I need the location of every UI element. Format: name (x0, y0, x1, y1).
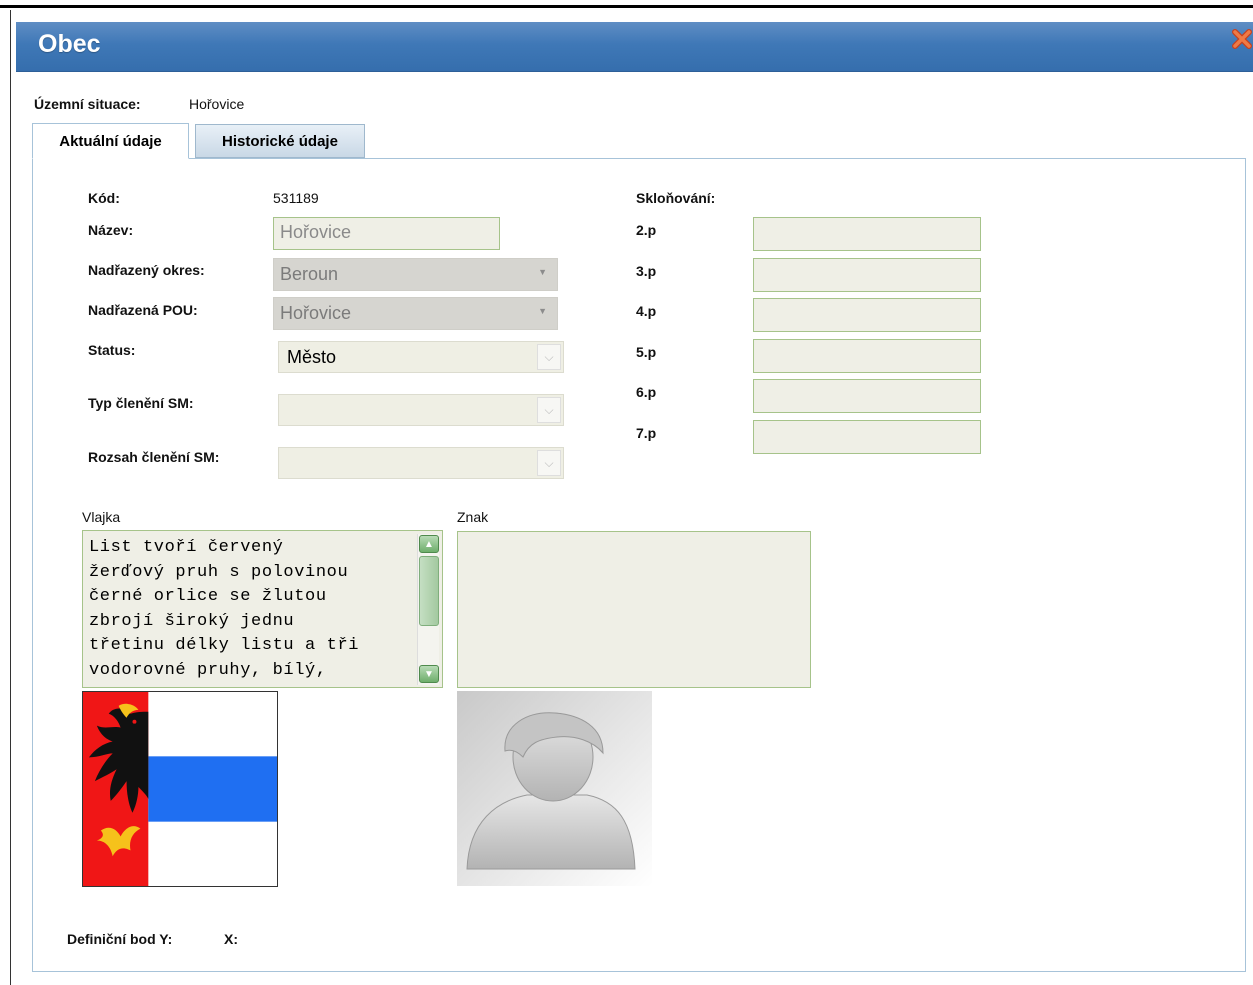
chevron-down-icon: ▼ (538, 267, 547, 277)
chevron-down-icon[interactable]: ⌵ (537, 344, 561, 370)
vlajka-label: Vlajka (82, 509, 121, 525)
vlajka-text: List tvoří červený žerďový pruh s polovin… (89, 536, 409, 684)
okres-label: Nadřazený okres: (88, 262, 205, 278)
declension-label: Skloňování: (636, 190, 716, 206)
tab-current-data-label: Aktuální údaje (59, 132, 162, 150)
case-4-label: 4.p (636, 303, 657, 319)
pou-select-value: Hořovice (280, 303, 352, 323)
vlajka-scrollbar[interactable]: ▲ ▼ (417, 534, 439, 685)
vlajka-text-line: třetinu délky listu a tři (89, 636, 360, 656)
chevron-down-icon[interactable]: ⌵ (537, 397, 561, 423)
scrollbar-thumb[interactable] (419, 556, 439, 626)
vlajka-text-line: List tvoří červený (89, 538, 284, 557)
left-border (10, 10, 11, 985)
rozsah-cleneni-label: Rozsah členění SM: (88, 449, 220, 465)
case-3-field[interactable] (753, 258, 981, 292)
case-6-label: 6.p (636, 384, 657, 400)
top-border (0, 0, 1253, 8)
title-bar[interactable]: Obec (16, 22, 1253, 72)
case-5-field[interactable] (753, 339, 981, 373)
close-icon[interactable] (1231, 28, 1253, 50)
chevron-down-icon[interactable]: ⌵ (537, 450, 561, 476)
definition-point-x-label: X: (224, 931, 238, 947)
chevron-up-icon[interactable]: ▲ (419, 535, 439, 553)
kod-label: Kód: (88, 190, 120, 206)
window-title: Obec (38, 30, 101, 58)
case-5-label: 5.p (636, 344, 657, 360)
definition-point-y-label: Definiční bod Y: (67, 931, 173, 947)
tab-current-data[interactable]: Aktuální údaje (32, 123, 189, 159)
tab-historical-data-label: Historické údaje (222, 132, 338, 150)
case-2-label: 2.p (636, 222, 657, 238)
rozsah-cleneni-select[interactable]: ⌵ (278, 447, 564, 479)
case-4-field[interactable] (753, 298, 981, 332)
case-7-field[interactable] (753, 420, 981, 454)
vlajka-text-line: vodorovné pruhy, bílý, (89, 660, 327, 680)
user-placeholder-icon (457, 691, 652, 886)
status-select-value: Město (287, 347, 337, 367)
vlajka-text-line: zbrojí široký jednu (89, 611, 295, 631)
pou-label: Nadřazená POU: (88, 302, 198, 318)
territorial-situation-value: Hořovice (189, 96, 245, 112)
case-6-field[interactable] (753, 379, 981, 413)
nazev-field-value: Hořovice (280, 222, 352, 242)
case-3-label: 3.p (636, 263, 657, 279)
vlajka-textarea[interactable]: List tvoří červený žerďový pruh s polovin… (82, 530, 443, 688)
territorial-situation-label: Územní situace: (34, 96, 141, 112)
case-2-field[interactable] (753, 217, 981, 251)
typ-cleneni-select[interactable]: ⌵ (278, 394, 564, 426)
chevron-down-icon: ▼ (538, 306, 547, 316)
vlajka-text-line: žerďový pruh s polovinou (89, 562, 349, 582)
tab-historical-data[interactable]: Historické údaje (195, 124, 365, 158)
okres-select[interactable]: Beroun ▼ (273, 258, 558, 291)
chevron-down-icon[interactable]: ▼ (419, 665, 439, 683)
kod-value: 531189 (273, 190, 319, 206)
znak-label: Znak (457, 509, 489, 525)
case-7-label: 7.p (636, 425, 657, 441)
znak-textarea[interactable] (457, 531, 811, 688)
status-label: Status: (88, 342, 136, 358)
vlajka-text-line: černé orlice se žlutou (89, 587, 327, 607)
pou-select[interactable]: Hořovice ▼ (273, 297, 558, 330)
flag-image (82, 691, 278, 887)
okres-select-value: Beroun (280, 264, 339, 284)
nazev-label: Název: (88, 222, 134, 238)
status-select[interactable]: Město ⌵ (278, 341, 564, 373)
typ-cleneni-label: Typ členění SM: (88, 395, 194, 411)
nazev-field[interactable]: Hořovice (273, 217, 500, 250)
